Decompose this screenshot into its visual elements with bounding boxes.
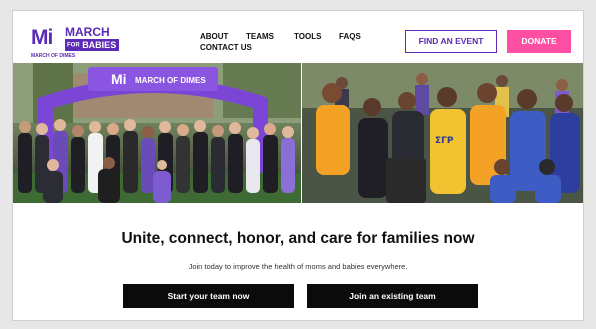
nav-tools[interactable]: TOOLS: [294, 32, 321, 41]
hero-photo-arch-crowd: Mi MARCH OF DIMES: [13, 63, 301, 203]
logo-word-for: FOR: [67, 42, 80, 49]
logo-word-march: MARCH: [65, 25, 110, 39]
logo-mark: Mi: [31, 26, 53, 49]
start-team-button[interactable]: Start your team now: [123, 284, 294, 308]
arch-text: MARCH OF DIMES: [135, 76, 206, 85]
page-subtext: Join today to improve the health of moms…: [188, 262, 408, 271]
find-an-event-button[interactable]: FIND AN EVENT: [405, 30, 497, 53]
march-for-babies-logo[interactable]: Mi MARCH FOR BABIES MARCH OF DIMES: [31, 26, 143, 66]
shirt-greek-letters: ΣΓΡ: [435, 136, 454, 146]
nav-contact-us[interactable]: CONTACT US: [200, 43, 252, 52]
nav-teams[interactable]: TEAMS: [246, 32, 274, 41]
join-team-button[interactable]: Join an existing team: [307, 284, 478, 308]
logo-subtitle: MARCH OF DIMES: [31, 53, 76, 59]
logo-word-babies: FOR BABIES: [65, 39, 120, 51]
nav-about[interactable]: ABOUT: [200, 32, 228, 41]
page-frame: Mi MARCH FOR BABIES MARCH OF DIMES ABOUT…: [12, 10, 584, 321]
donate-button[interactable]: DONATE: [507, 30, 571, 53]
logo-word-babies-text: BABIES: [82, 40, 117, 50]
svg-text:Mi: Mi: [111, 71, 127, 87]
page-headline: Unite, connect, honor, and care for fami…: [121, 230, 475, 247]
hero-photo-group-celebrating: ΣΓΡ: [302, 63, 583, 203]
nav-faqs[interactable]: FAQS: [339, 32, 361, 41]
